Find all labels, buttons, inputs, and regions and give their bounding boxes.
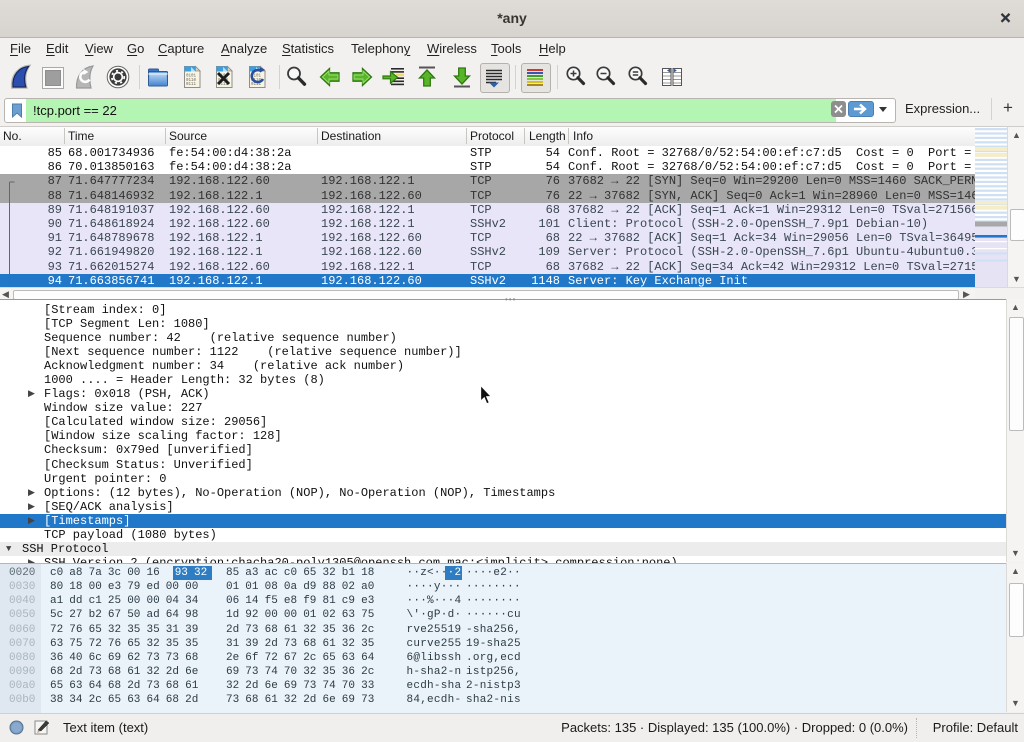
svg-text:0111: 0111	[251, 83, 262, 87]
svg-text:0111: 0111	[186, 83, 197, 87]
